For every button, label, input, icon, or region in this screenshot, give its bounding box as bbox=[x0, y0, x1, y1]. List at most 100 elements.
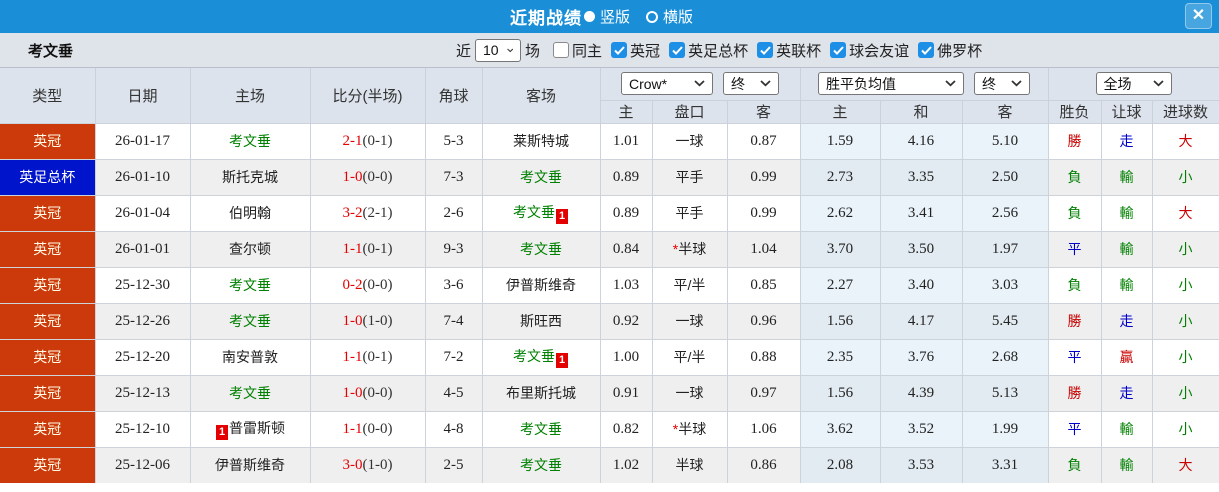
handicap-result-cell: 輸 bbox=[1101, 410, 1153, 447]
layout-option-1[interactable]: 横版 bbox=[646, 6, 693, 27]
home-team-cell: 考文垂 bbox=[190, 122, 311, 159]
odds-away-cell: 0.88 bbox=[727, 338, 801, 375]
avg-state-select[interactable]: 终 bbox=[974, 72, 1030, 96]
checkbox-checked-icon[interactable] bbox=[611, 42, 628, 58]
date-cell: 26-01-10 bbox=[95, 158, 191, 195]
avg-away-cell: 2.68 bbox=[962, 338, 1049, 375]
recent-count-select[interactable]: 10 bbox=[475, 38, 522, 62]
odds-group-header: Crow* 终 bbox=[600, 68, 801, 100]
handicap-result-cell: 輸 bbox=[1101, 446, 1153, 483]
avg-draw-cell: 3.76 bbox=[880, 338, 963, 375]
col-header-home: 主场 bbox=[190, 68, 311, 123]
corners-cell: 7-3 bbox=[425, 158, 483, 195]
checkbox-unchecked-icon[interactable] bbox=[553, 42, 570, 58]
team-name: 考文垂 bbox=[229, 313, 271, 329]
away-team-cell: 斯旺西 bbox=[482, 302, 601, 339]
radio-unselected-icon[interactable] bbox=[646, 10, 658, 23]
team-name: 普雷斯顿 bbox=[229, 420, 285, 436]
away-team-cell: 布里斯托城 bbox=[482, 374, 601, 411]
away-team-cell: 考文垂 1 bbox=[482, 194, 601, 231]
team-name: 考文垂 bbox=[520, 457, 562, 474]
date-cell: 25-12-26 bbox=[95, 302, 191, 339]
team-name: 考文垂 bbox=[520, 421, 562, 437]
handicap-cell: 一球 bbox=[652, 122, 728, 159]
goals-result-cell: 大 bbox=[1152, 122, 1219, 159]
league-type-cell: 英冠 bbox=[0, 374, 96, 411]
away-team-cell: 考文垂 1 bbox=[482, 338, 601, 375]
goals-result-cell: 大 bbox=[1152, 194, 1219, 231]
away-team-cell: 考文垂 bbox=[482, 230, 601, 267]
table-row: 英冠 25-12-13 考文垂 1-0(0-0) 4-5 布里斯托城 0.91 一球 0.97 1… bbox=[0, 374, 1219, 411]
score-cell: 1-0(0-0) bbox=[310, 374, 426, 411]
handicap-result-cell: 走 bbox=[1101, 122, 1153, 159]
rank-badge: 1 bbox=[556, 353, 568, 368]
avg-state-value: 终 bbox=[982, 75, 996, 92]
filter-controls: 近 10 场 同主 英冠 英足总杯 英联杯 球会友谊 佛罗杯 bbox=[452, 38, 982, 62]
subcol-goals: 进球数 bbox=[1152, 99, 1219, 123]
goals-result-cell: 大 bbox=[1152, 446, 1219, 483]
result-cell: 平 bbox=[1048, 338, 1102, 375]
date-cell: 25-12-10 bbox=[95, 410, 191, 447]
league-type-cell: 英冠 bbox=[0, 266, 96, 303]
team-name: 考文垂 bbox=[513, 204, 555, 220]
goals-result-cell: 小 bbox=[1152, 158, 1219, 195]
team-name: 查尔顿 bbox=[229, 241, 271, 257]
col-header-type: 类型 bbox=[0, 68, 96, 123]
odds-away-cell: 1.04 bbox=[727, 230, 801, 267]
score-cell: 1-1(0-1) bbox=[310, 230, 426, 267]
avg-away-cell: 3.31 bbox=[962, 446, 1049, 483]
checkbox-checked-icon[interactable] bbox=[757, 42, 774, 58]
home-team-cell: 考文垂 bbox=[190, 374, 311, 411]
recent-count-value: 10 bbox=[483, 42, 499, 58]
league-type-cell: 英冠 bbox=[0, 338, 96, 375]
odds-state-select[interactable]: 终 bbox=[723, 72, 779, 96]
radio-selected-icon[interactable] bbox=[583, 11, 595, 22]
avg-select[interactable]: 胜平负均值 bbox=[818, 72, 964, 96]
chevron-down-icon bbox=[506, 48, 513, 52]
chevron-down-icon bbox=[1152, 80, 1164, 87]
odds-home-cell: 1.03 bbox=[600, 266, 653, 303]
date-cell: 26-01-01 bbox=[95, 230, 191, 267]
handicap-result-cell: 輸 bbox=[1101, 194, 1153, 231]
team-name: 伊普斯维奇 bbox=[215, 457, 285, 474]
team-title: 考文垂 bbox=[28, 42, 74, 60]
avg-draw-cell: 3.35 bbox=[880, 158, 963, 195]
titlebar: 近期战绩 竖版 横版 ✕ bbox=[0, 0, 1219, 33]
score-cell: 1-0(0-0) bbox=[310, 158, 426, 195]
checkbox-label: 同主 bbox=[572, 42, 603, 60]
score-cell: 1-0(1-0) bbox=[310, 302, 426, 339]
avg-draw-cell: 3.52 bbox=[880, 410, 963, 447]
odds-away-cell: 0.86 bbox=[727, 446, 801, 483]
avg-away-cell: 1.99 bbox=[962, 410, 1049, 447]
subcol-result: 胜负 bbox=[1048, 99, 1102, 123]
handicap-cell: 一球 bbox=[652, 374, 728, 411]
results-table: 类型 日期 主场 比分(半场) 角球 客场 Crow* 终 胜平负均值 终 全场… bbox=[0, 68, 1219, 483]
fulltime-select-value: 全场 bbox=[1103, 75, 1132, 92]
league-type-cell: 英冠 bbox=[0, 410, 96, 447]
odds-away-cell: 0.97 bbox=[727, 374, 801, 411]
recent-label: 近 bbox=[456, 42, 472, 60]
avg-draw-cell: 4.17 bbox=[880, 302, 963, 339]
layout-option-0[interactable]: 竖版 bbox=[583, 6, 630, 27]
checkbox-checked-icon[interactable] bbox=[830, 42, 847, 58]
odds-away-cell: 0.87 bbox=[727, 122, 801, 159]
checkbox-label: 英足总杯 bbox=[688, 42, 749, 60]
odds-state-value: 终 bbox=[731, 75, 745, 92]
team-name: 考文垂 bbox=[520, 241, 562, 257]
checkbox-checked-icon[interactable] bbox=[918, 42, 935, 58]
away-team-cell: 考文垂 bbox=[482, 446, 601, 483]
odds-source-select[interactable]: Crow* bbox=[621, 72, 713, 96]
avg-away-cell: 2.56 bbox=[962, 194, 1049, 231]
table-row: 英冠 26-01-04 伯明翰 3-2(2-1) 2-6 考文垂 1 0.89 平手 0.99 2.… bbox=[0, 194, 1219, 231]
table-row: 英冠 25-12-10 1 普雷斯顿 1-1(0-0) 4-8 考文垂 0.82 *半球 1.06… bbox=[0, 410, 1219, 447]
avg-draw-cell: 4.39 bbox=[880, 374, 963, 411]
avg-select-value: 胜平负均值 bbox=[826, 75, 896, 92]
close-button[interactable]: ✕ bbox=[1185, 3, 1212, 29]
subcol-odds-away: 客 bbox=[727, 99, 801, 123]
avg-home-cell: 3.62 bbox=[800, 410, 881, 447]
avg-away-cell: 1.97 bbox=[962, 230, 1049, 267]
layout-option-label: 横版 bbox=[663, 9, 694, 26]
checkbox-checked-icon[interactable] bbox=[669, 42, 686, 58]
fulltime-select[interactable]: 全场 bbox=[1095, 72, 1172, 96]
corners-cell: 4-5 bbox=[425, 374, 483, 411]
